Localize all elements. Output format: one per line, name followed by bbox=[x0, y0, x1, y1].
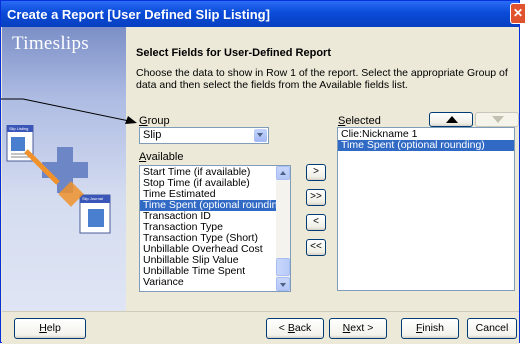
available-fields-list[interactable]: Start Time (if available) Stop Time (if a… bbox=[139, 165, 291, 292]
selected-list-item[interactable]: Time Spent (optional rounding) bbox=[338, 140, 514, 151]
add-all-fields-button[interactable]: >> bbox=[306, 189, 326, 206]
remove-field-button[interactable]: < bbox=[306, 214, 326, 231]
triangle-up-icon bbox=[446, 116, 458, 123]
close-icon: ✕ bbox=[513, 6, 524, 20]
available-scrollbar[interactable] bbox=[276, 166, 290, 291]
scroll-down-icon[interactable] bbox=[276, 277, 290, 291]
back-button[interactable]: < Back bbox=[266, 318, 324, 339]
wizard-illustration bbox=[6, 125, 111, 234]
remove-all-fields-button[interactable]: << bbox=[306, 239, 326, 256]
dialog-window: Create a Report [User Defined Slip Listi… bbox=[0, 0, 520, 344]
move-down-button[interactable] bbox=[475, 112, 519, 127]
help-button[interactable]: Help bbox=[14, 318, 86, 339]
page-description: Choose the data to show in Row 1 of the … bbox=[136, 67, 508, 91]
finish-button[interactable]: Finish bbox=[401, 318, 459, 339]
cancel-button[interactable]: Cancel bbox=[467, 318, 517, 339]
page-heading: Select Fields for User-Defined Report bbox=[136, 47, 331, 59]
selected-fields-list[interactable]: Clie:Nickname 1 Time Spent (optional roun… bbox=[337, 127, 515, 291]
close-button[interactable]: ✕ bbox=[510, 3, 525, 24]
selected-label: Selected bbox=[338, 115, 381, 127]
add-field-button[interactable]: > bbox=[306, 164, 326, 181]
callout-arrow bbox=[1, 98, 137, 124]
button-bar: Help < Back Next > Finish Cancel bbox=[2, 311, 519, 344]
triangle-down-icon bbox=[492, 116, 504, 123]
scroll-up-icon[interactable] bbox=[276, 166, 290, 180]
available-list-item[interactable]: Variance bbox=[140, 277, 276, 288]
available-label: Available bbox=[139, 151, 184, 163]
move-up-button[interactable] bbox=[429, 112, 473, 127]
scroll-thumb[interactable] bbox=[276, 258, 290, 276]
chevron-down-icon[interactable] bbox=[254, 129, 267, 142]
next-button[interactable]: Next > bbox=[329, 318, 387, 339]
group-select[interactable]: Slip bbox=[139, 127, 269, 144]
doc2-label: Slip Journal bbox=[82, 196, 103, 201]
